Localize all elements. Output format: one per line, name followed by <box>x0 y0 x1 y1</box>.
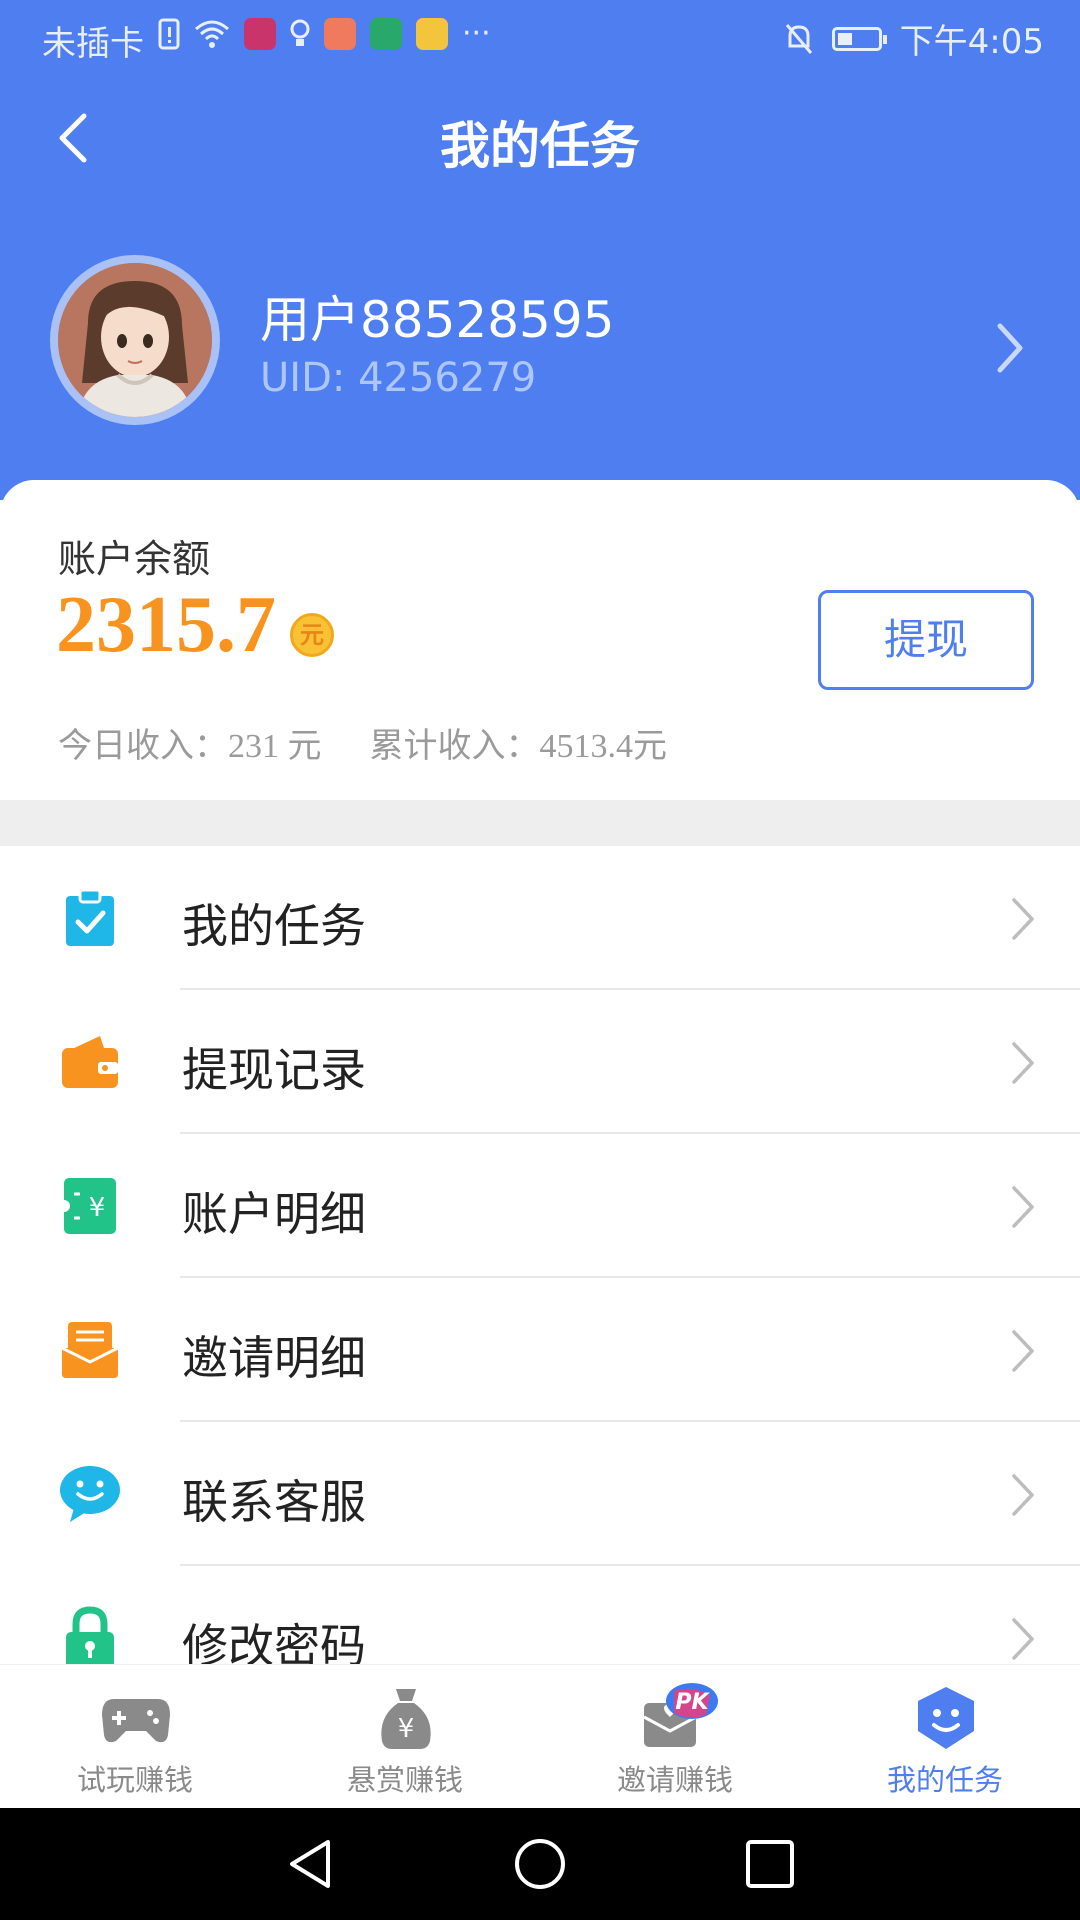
user-uid: UID: 4256279 <box>260 355 537 401</box>
header-background <box>0 0 1080 500</box>
sim-alert-icon <box>158 18 180 49</box>
balance-card: 账户余额 2315.7 元 提现 今日收入：231 元 累计收入：4513.4元 <box>0 480 1080 800</box>
menu-item-withdraw-records[interactable]: 提现记录 <box>0 990 1080 1134</box>
yuan-bill-icon: ¥ <box>58 1178 116 1234</box>
nav-label: 试玩赚钱 <box>76 1763 193 1797</box>
avatar-illustration <box>58 263 212 417</box>
menu-item-account-details[interactable]: ¥ 账户明细 <box>0 1134 1080 1278</box>
wallet-icon <box>62 1036 118 1088</box>
chevron-right-icon <box>1012 1330 1034 1372</box>
mute-bell-icon <box>785 23 812 54</box>
avatar[interactable] <box>50 255 220 425</box>
withdraw-button[interactable]: 提现 <box>818 590 1034 690</box>
balance-value: 2315.7 <box>56 581 276 669</box>
chevron-right-icon <box>1012 1618 1034 1660</box>
income-summary: 今日收入：231 元 累计收入：4513.4元 <box>58 718 667 767</box>
clipboard-check-icon <box>66 888 114 946</box>
money-bag-icon: ¥ <box>381 1689 431 1749</box>
chevron-right-icon <box>1012 1474 1034 1516</box>
menu-item-label: 提现记录 <box>182 1043 366 1097</box>
nav-tab-trial-earn[interactable]: 试玩赚钱 <box>0 1665 270 1809</box>
chat-smile-icon <box>60 1466 120 1522</box>
nav-label: 悬赏赚钱 <box>346 1763 463 1797</box>
today-income: 今日收入：231 元 <box>58 728 322 765</box>
nav-label: 邀请赚钱 <box>616 1763 733 1797</box>
qu-app-icon <box>370 17 402 50</box>
page-title: 我的任务 <box>440 117 640 175</box>
chevron-right-icon <box>1012 898 1034 940</box>
envelope-icon <box>61 1322 119 1378</box>
bulb-icon <box>290 19 310 46</box>
chevron-right-icon <box>1012 1186 1034 1228</box>
smile-shield-icon <box>918 1687 974 1749</box>
username: 用户88528595 <box>260 291 615 349</box>
pk-envelope-icon: PK <box>643 1683 718 1747</box>
system-home-icon[interactable] <box>512 1836 568 1892</box>
profile-chevron-right-icon[interactable] <box>990 318 1030 378</box>
chevron-right-icon <box>1012 1042 1034 1084</box>
menu-item-contact-support[interactable]: 联系客服 <box>0 1422 1080 1566</box>
system-recents-icon[interactable] <box>742 1836 798 1892</box>
menu-item-my-tasks[interactable]: 我的任务 <box>0 846 1080 990</box>
kuaitou-app-icon <box>324 17 356 50</box>
menu-item-label: 联系客服 <box>182 1475 366 1529</box>
system-navigation-bar <box>0 1808 1080 1920</box>
svg-text:¥: ¥ <box>89 1193 106 1223</box>
nav-tab-my-tasks[interactable]: 我的任务 <box>810 1665 1080 1809</box>
mall-app-icon <box>244 17 276 50</box>
menu-item-label: 邀请明细 <box>182 1331 366 1385</box>
menu-item-label: 我的任务 <box>182 899 366 953</box>
menu-item-label: 账户明细 <box>182 1187 366 1241</box>
menu-item-invite-details[interactable]: 邀请明细 <box>0 1278 1080 1422</box>
wifi-icon <box>195 20 229 48</box>
lock-icon <box>66 1606 114 1668</box>
balance-label: 账户余额 <box>58 537 211 581</box>
nav-tab-bounty-earn[interactable]: ¥ 悬赏赚钱 <box>270 1665 540 1809</box>
yuan-coin-icon: 元 <box>290 613 334 657</box>
section-divider <box>0 800 1080 846</box>
status-bar: 未插卡 ··· 下午4:05 <box>0 0 1080 72</box>
more-notifications-icon: ··· <box>462 16 491 51</box>
pk-badge: PK <box>675 1690 710 1715</box>
carrier-label: 未插卡 <box>42 24 144 64</box>
nav-label: 我的任务 <box>886 1763 1003 1797</box>
system-back-icon[interactable] <box>282 1836 338 1892</box>
total-income: 累计收入：4513.4元 <box>369 728 668 765</box>
gamepad-icon <box>102 1699 170 1743</box>
svg-text:¥: ¥ <box>398 1714 415 1744</box>
status-time: 下午4:05 <box>899 22 1044 62</box>
battery-icon <box>831 26 887 51</box>
bottom-navigation: 试玩赚钱 ¥ 悬赏赚钱 PK 邀请赚钱 我的任务 <box>0 1664 1080 1809</box>
sohu-app-icon <box>416 17 448 50</box>
nav-tab-invite-earn[interactable]: PK 邀请赚钱 <box>540 1665 810 1809</box>
menu-list: 我的任务 提现记录 ¥ 账户明细 邀请明细 联系客服 修改密码 <box>0 846 1080 1710</box>
status-icons: ··· <box>158 16 491 51</box>
